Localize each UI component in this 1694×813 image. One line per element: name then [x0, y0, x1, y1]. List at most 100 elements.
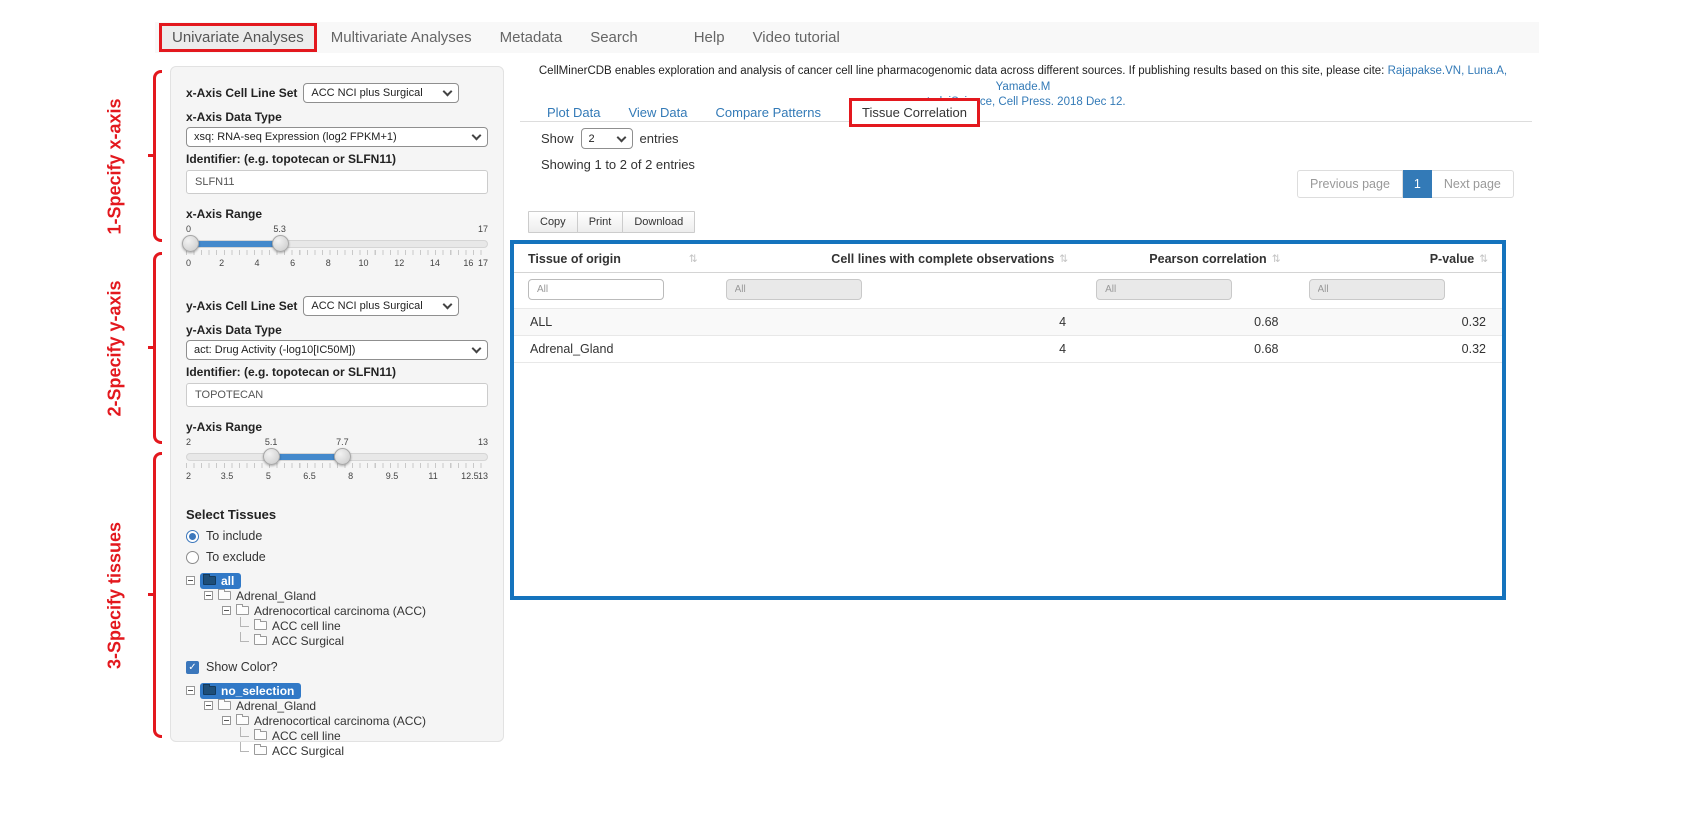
column-header-pearson-correlation[interactable]: Pearson correlation⇅ [1082, 244, 1294, 273]
folder-icon [236, 606, 249, 615]
x-axis-data-type-select[interactable]: xsq: RNA-seq Expression (log2 FPKM+1) [186, 127, 488, 147]
sort-icon[interactable]: ⇅ [1479, 253, 1488, 265]
table-row[interactable]: ALL 4 0.68 0.32 [514, 309, 1502, 336]
y-axis-range-slider[interactable]: 2 5.1 7.7 13 2 3.5 5 6.5 8 9.5 11 12.5 1… [186, 437, 488, 485]
filter-cell-lines-input[interactable] [726, 279, 862, 300]
x-axis-data-type-value: xsq: RNA-seq Expression (log2 FPKM+1) [194, 131, 397, 143]
annotation-step1-label: 1-Specify x-axis [105, 82, 126, 252]
next-page-button[interactable]: Next page [1432, 170, 1514, 198]
tree-node-root[interactable]: no_selection [186, 683, 488, 698]
tree-node[interactable]: Adrenal_Gland [186, 588, 488, 603]
y-axis-cell-line-set-label: y-Axis Cell Line Set [186, 299, 297, 313]
y-axis-data-type-select[interactable]: act: Drug Activity (-log10[IC50M]) [186, 340, 488, 360]
copy-button[interactable]: Copy [528, 211, 578, 233]
tree-node[interactable]: ACC Surgical [186, 633, 488, 648]
x-axis-identifier-label: Identifier: (e.g. topotecan or SLFN11) [186, 152, 488, 166]
tissues-exclude-label: To exclude [206, 550, 266, 564]
show-color-checkbox[interactable]: ✓ Show Color? [186, 660, 488, 674]
tree-node[interactable]: Adrenocortical carcinoma (ACC) [186, 713, 488, 728]
tree-node[interactable]: ACC cell line [186, 728, 488, 743]
previous-page-button[interactable]: Previous page [1297, 170, 1403, 198]
table-filter-row [514, 273, 1502, 309]
column-header-cell-lines[interactable]: Cell lines with complete observations⇅ [712, 244, 1083, 273]
collapse-icon[interactable] [186, 576, 195, 585]
tissue-include-tree: all Adrenal_Gland Adrenocortical carcino… [186, 573, 488, 648]
tree-node[interactable]: Adrenal_Gland [186, 698, 488, 713]
showing-entries-text: Showing 1 to 2 of 2 entries [541, 157, 695, 172]
show-label: Show [541, 131, 574, 146]
checkbox-checked-icon: ✓ [186, 661, 199, 674]
nav-item-search[interactable]: Search [576, 25, 652, 50]
folder-icon [254, 731, 267, 740]
x-axis-identifier-input[interactable] [186, 170, 488, 194]
control-sidebar: x-Axis Cell Line Set ACC NCI plus Surgic… [170, 66, 504, 742]
y-range-min-value: 2 [186, 437, 191, 447]
filter-p-value-input[interactable] [1309, 279, 1445, 300]
nav-item-univariate-analyses[interactable]: Univariate Analyses [159, 23, 317, 52]
tab-plot-data[interactable]: Plot Data [547, 105, 600, 120]
page-1-button[interactable]: 1 [1403, 170, 1432, 198]
slider-grid [186, 250, 488, 255]
y-range-max-value: 13 [478, 437, 488, 447]
x-axis-data-type-label: x-Axis Data Type [186, 110, 488, 124]
folder-icon [254, 746, 267, 755]
entries-count-select[interactable]: 2 [581, 128, 633, 149]
sort-icon[interactable]: ⇅ [689, 253, 698, 265]
tree-node[interactable]: ACC Surgical [186, 743, 488, 758]
chevron-down-icon [472, 131, 482, 141]
collapse-icon[interactable] [204, 591, 213, 600]
y-axis-cell-line-set-value: ACC NCI plus Surgical [311, 300, 422, 312]
tree-node[interactable]: Adrenocortical carcinoma (ACC) [186, 603, 488, 618]
collapse-icon[interactable] [222, 716, 231, 725]
chevron-down-icon [443, 300, 453, 310]
collapse-icon[interactable] [222, 606, 231, 615]
entries-bar: Show 2 entries [541, 128, 679, 149]
y-axis-identifier-input[interactable] [186, 383, 488, 407]
tissue-color-tree: no_selection Adrenal_Gland Adrenocortica… [186, 683, 488, 758]
slider-handle-to[interactable] [272, 235, 289, 252]
nav-item-video-tutorial[interactable]: Video tutorial [739, 25, 854, 50]
tissues-include-radio[interactable]: To include [186, 529, 488, 543]
annotation-step1-brace [148, 70, 162, 242]
column-header-tissue-of-origin[interactable]: Tissue of origin⇅ [514, 244, 712, 273]
slider-handle-from[interactable] [182, 235, 199, 252]
y-axis-data-type-label: y-Axis Data Type [186, 323, 488, 337]
tree-node-root[interactable]: all [186, 573, 488, 588]
tab-view-data[interactable]: View Data [628, 105, 687, 120]
filter-tissue-input[interactable] [528, 279, 664, 300]
top-nav: Univariate Analyses Multivariate Analyse… [155, 22, 1539, 53]
slider-fill [186, 241, 280, 247]
chevron-down-icon [472, 344, 482, 354]
filter-pearson-input[interactable] [1096, 279, 1232, 300]
annotation-step2-label: 2-Specify y-axis [105, 264, 126, 434]
tree-node[interactable]: ACC cell line [186, 618, 488, 633]
chevron-down-icon [443, 87, 453, 97]
annotation-step3-label: 3-Specify tissues [105, 501, 126, 691]
export-buttons: Copy Print Download [528, 211, 694, 233]
column-header-p-value[interactable]: P-value⇅ [1295, 244, 1503, 273]
tissue-correlation-table-panel: Tissue of origin⇅ Cell lines with comple… [510, 240, 1506, 600]
result-tabs: Plot Data View Data Compare Patterns Tis… [547, 98, 980, 127]
collapse-icon[interactable] [204, 701, 213, 710]
print-button[interactable]: Print [577, 211, 624, 233]
collapse-icon[interactable] [186, 686, 195, 695]
nav-item-metadata[interactable]: Metadata [486, 25, 577, 50]
entries-label: entries [640, 131, 679, 146]
y-axis-cell-line-set-select[interactable]: ACC NCI plus Surgical [303, 296, 459, 316]
x-axis-cell-line-set-select[interactable]: ACC NCI plus Surgical [303, 83, 459, 103]
nav-item-help[interactable]: Help [680, 25, 739, 50]
x-axis-range-slider[interactable]: 0 5.3 17 0 2 4 6 8 10 12 14 16 17 [186, 224, 488, 272]
nav-item-multivariate-analyses[interactable]: Multivariate Analyses [317, 25, 486, 50]
sort-icon[interactable]: ⇅ [1272, 253, 1281, 265]
radio-selected-icon [186, 530, 199, 543]
radio-unselected-icon [186, 551, 199, 564]
table-row[interactable]: Adrenal_Gland 4 0.68 0.32 [514, 336, 1502, 363]
tab-tissue-correlation[interactable]: Tissue Correlation [849, 98, 980, 127]
x-range-from-value: 0 [186, 224, 191, 234]
tab-compare-patterns[interactable]: Compare Patterns [716, 105, 822, 120]
x-axis-range-label: x-Axis Range [186, 207, 488, 221]
tissues-exclude-radio[interactable]: To exclude [186, 550, 488, 564]
cellminercdb-page: Univariate Analyses Multivariate Analyse… [0, 0, 1694, 813]
download-button[interactable]: Download [622, 211, 695, 233]
sort-icon[interactable]: ⇅ [1059, 253, 1068, 265]
